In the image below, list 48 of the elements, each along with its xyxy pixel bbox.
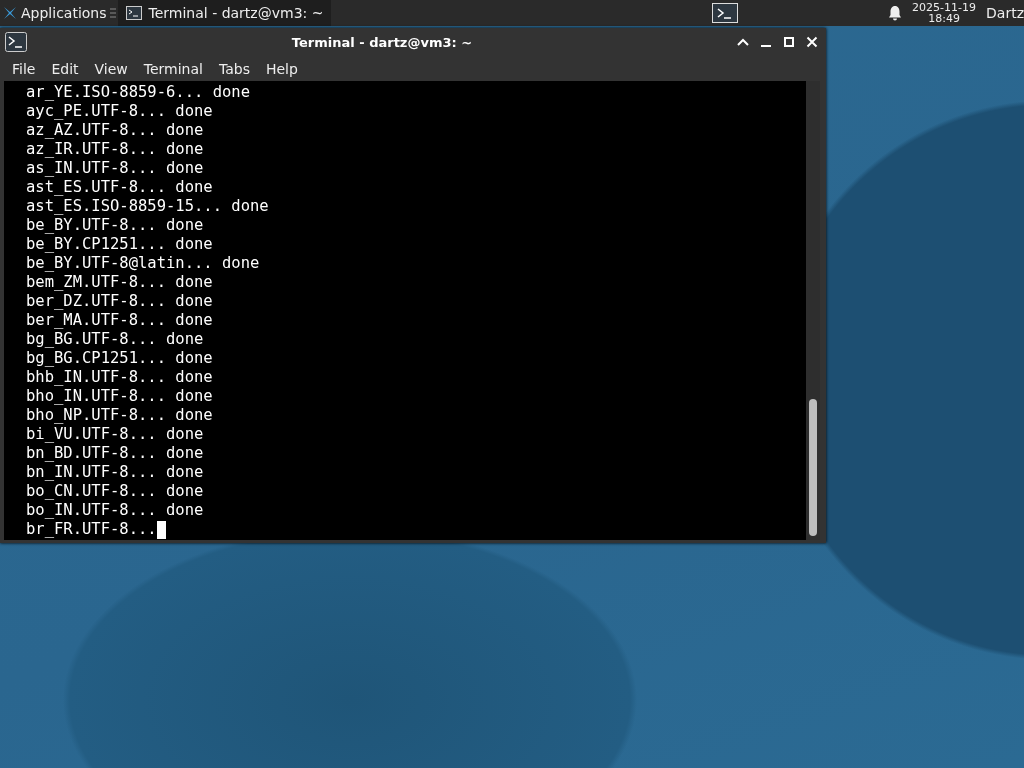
output-line: bhb_IN.UTF-8... done <box>26 368 213 387</box>
terminal-icon <box>125 6 142 20</box>
close-button[interactable] <box>806 36 818 48</box>
output-line: ber_DZ.UTF-8... done <box>26 292 213 311</box>
output-line: bem_ZM.UTF-8... done <box>26 273 213 292</box>
terminal-launcher-icon[interactable] <box>712 3 739 23</box>
output-line: bg_BG.UTF-8... done <box>26 330 204 349</box>
handle-icon <box>109 7 116 19</box>
output-line: bn_IN.UTF-8... done <box>26 463 204 482</box>
output-line: as_IN.UTF-8... done <box>26 159 204 178</box>
user-menu[interactable]: Dartz <box>986 5 1024 21</box>
output-line: az_IR.UTF-8... done <box>26 140 204 159</box>
menu-item[interactable]: Help <box>257 60 306 77</box>
output-line: bho_IN.UTF-8... done <box>26 387 213 406</box>
scrollbar[interactable] <box>806 81 820 540</box>
menu-item[interactable]: View <box>86 60 136 77</box>
taskbar-button[interactable]: Terminal - dartz@vm3: ~ <box>117 0 332 26</box>
window-title: Terminal - dartz@vm3: ~ <box>290 34 474 50</box>
output-line: bho_NP.UTF-8... done <box>26 406 213 425</box>
output-line: ar_YE.ISO-8859-6... done <box>26 83 250 102</box>
date-text: 2025-11-19 <box>912 2 977 13</box>
terminal-icon <box>5 32 27 52</box>
apps-icon[interactable] <box>2 5 18 21</box>
output-line: br_FR.UTF-8... <box>26 520 157 539</box>
output-line: bi_VU.UTF-8... done <box>26 425 204 444</box>
scrollbar-thumb[interactable] <box>809 399 817 536</box>
maximize-button[interactable] <box>783 36 795 48</box>
output-line: ast_ES.ISO-8859-15... done <box>26 197 269 216</box>
roll-up-button[interactable] <box>737 36 749 48</box>
output-line: ber_MA.UTF-8... done <box>26 311 213 330</box>
output-line: ayc_PE.UTF-8... done <box>26 102 213 121</box>
time-text: 18:49 <box>928 13 960 24</box>
output-line: ast_ES.UTF-8... done <box>26 178 213 197</box>
output-line: bo_IN.UTF-8... done <box>26 501 204 520</box>
output-line: bo_CN.UTF-8... done <box>26 482 204 501</box>
menu-item[interactable]: Edit <box>43 60 87 77</box>
text-cursor <box>156 520 166 539</box>
bell-icon[interactable] <box>888 5 903 21</box>
output-line: be_BY.CP1251... done <box>26 235 213 254</box>
menu-item[interactable]: File <box>4 60 44 77</box>
output-line: bn_BD.UTF-8... done <box>26 444 204 463</box>
output-line: bg_BG.CP1251... done <box>26 349 213 368</box>
menu-item[interactable]: Tabs <box>210 60 258 77</box>
output-line: be_BY.UTF-8@latin... done <box>26 254 260 273</box>
menu-item[interactable]: Terminal <box>135 60 211 77</box>
output-line: az_AZ.UTF-8... done <box>26 121 204 140</box>
applications-menu[interactable]: Applications <box>21 5 107 21</box>
output-line: be_BY.UTF-8... done <box>26 216 204 235</box>
